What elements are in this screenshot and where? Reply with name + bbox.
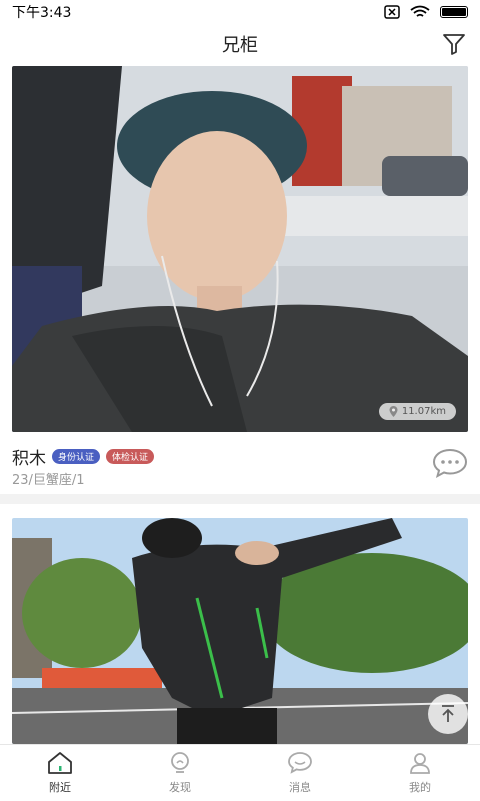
user-photo[interactable] bbox=[12, 518, 468, 744]
location-pin-icon bbox=[389, 406, 398, 417]
nav-label: 发现 bbox=[169, 781, 191, 794]
nav-nearby[interactable]: 附近 bbox=[0, 745, 120, 801]
photo-illustration bbox=[12, 66, 468, 432]
message-bubble-icon bbox=[288, 752, 312, 774]
status-time: 下午3:43 bbox=[12, 5, 72, 21]
discover-bulb-icon bbox=[171, 752, 189, 773]
distance-text: 11.07km bbox=[401, 406, 446, 417]
user-feed[interactable]: 11.07km 积木 身份认证 体检认证 23/巨蟹座/1 bbox=[0, 64, 480, 744]
scroll-to-top-button[interactable] bbox=[428, 694, 468, 734]
nav-messages[interactable]: 消息 bbox=[240, 745, 360, 801]
wifi-icon bbox=[410, 5, 430, 17]
user-name: 积木 bbox=[12, 449, 46, 469]
battery-icon bbox=[440, 6, 468, 18]
id-verified-badge: 身份认证 bbox=[52, 449, 101, 464]
arrow-up-icon bbox=[442, 705, 454, 722]
nav-label: 消息 bbox=[289, 781, 311, 794]
user-photo[interactable]: 11.07km bbox=[12, 66, 468, 432]
user-card[interactable]: 11.07km 积木 身份认证 体检认证 23/巨蟹座/1 bbox=[0, 64, 480, 494]
name-row: 积木 身份认证 体检认证 bbox=[12, 444, 155, 469]
health-verified-badge: 体检认证 bbox=[106, 449, 155, 464]
bottom-nav: 附近 发现 消息 我的 bbox=[0, 744, 480, 801]
page-title: 兄柜 bbox=[222, 35, 258, 56]
app-header: 兄柜 bbox=[0, 24, 480, 64]
filter-icon bbox=[443, 34, 465, 55]
user-meta: 23/巨蟹座/1 bbox=[12, 473, 85, 488]
distance-badge: 11.07km bbox=[378, 403, 456, 420]
nav-discover[interactable]: 发现 bbox=[120, 745, 240, 801]
photo-illustration bbox=[12, 518, 468, 744]
status-icons bbox=[384, 5, 468, 19]
chat-bubble-icon[interactable] bbox=[432, 448, 468, 478]
user-icon bbox=[410, 753, 430, 774]
nav-label: 附近 bbox=[49, 781, 71, 794]
nav-profile[interactable]: 我的 bbox=[360, 745, 480, 801]
status-bar: 下午3:43 bbox=[0, 0, 480, 24]
nav-label: 我的 bbox=[409, 781, 431, 794]
home-icon bbox=[48, 752, 72, 774]
filter-button[interactable] bbox=[440, 30, 468, 58]
notification-box-icon bbox=[384, 5, 400, 19]
user-card[interactable] bbox=[0, 504, 480, 744]
